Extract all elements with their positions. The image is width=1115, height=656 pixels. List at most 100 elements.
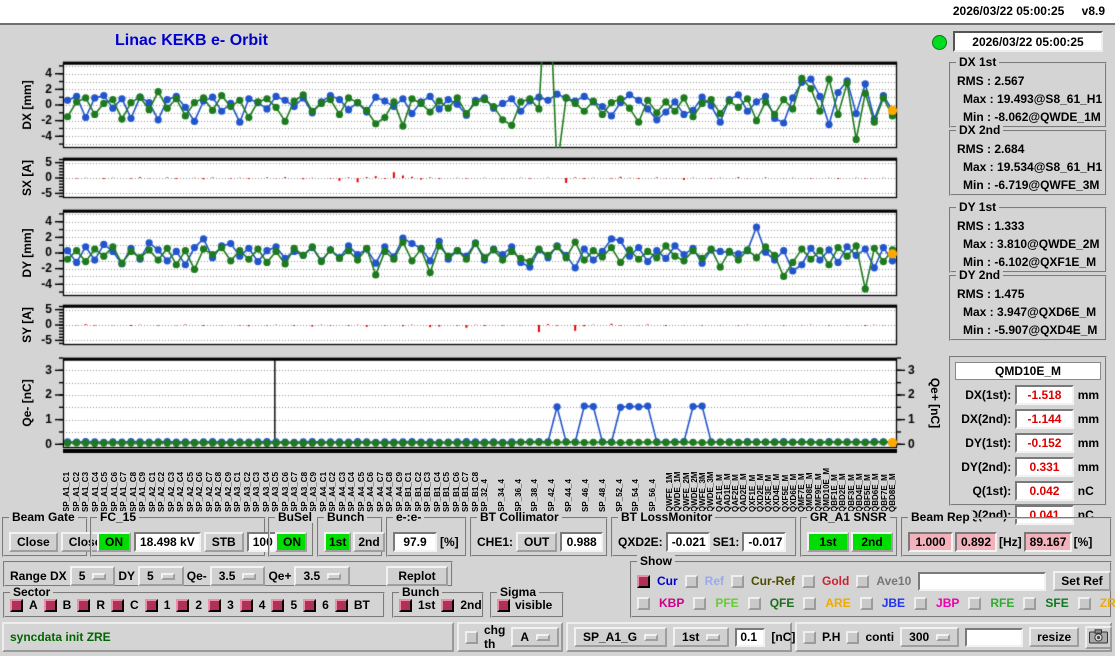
show-ref-label: Ref (704, 574, 725, 588)
chg-th-dropdown[interactable]: A (511, 627, 560, 647)
xaxis-label: SP_A4_C2 (328, 471, 337, 512)
range-dy-dropdown[interactable]: 5 (138, 566, 184, 586)
titlebar-datetime: 2026/03/22 05:00:25 (952, 4, 1065, 18)
bunch-select-1st-checkbox[interactable] (399, 598, 412, 612)
sector-item-5-checkbox[interactable] (271, 598, 285, 612)
xaxis-label: SP_A2_C2 (157, 471, 166, 512)
stats-title: DX 2nd (956, 124, 1004, 136)
xaxis-label: SP_52_4 (614, 479, 624, 512)
application-window: 2026/03/22 05:00:25 v8.9 Linac KEKB e- O… (0, 0, 1115, 656)
show-jbe-checkbox[interactable] (859, 596, 873, 610)
timestamp-box: 2026/03/22 05:00:25 (953, 31, 1103, 52)
xaxis-label: SP_A2_C5 (185, 471, 195, 512)
show-jbe-label: JBE (881, 596, 906, 610)
right-axis-label: Qe+ [nC] (928, 377, 942, 429)
chg-th-checkbox[interactable] (465, 630, 478, 644)
ph-checkbox[interactable] (803, 630, 816, 644)
sector-item-a-checkbox[interactable] (10, 598, 23, 612)
show-ave10-label: Ave10 (876, 574, 912, 588)
che1-out-button[interactable]: OUT (516, 532, 558, 552)
sector-item-bt-checkbox[interactable] (334, 598, 348, 612)
range-qe-plus-dropdown[interactable]: 3.5 (294, 566, 351, 586)
show-cur-label: Cur (657, 574, 678, 588)
points-dropdown[interactable]: 300 (900, 627, 960, 647)
show-cur-ref-checkbox[interactable] (731, 574, 745, 588)
sector-item-1-checkbox[interactable] (144, 598, 158, 612)
xaxis-label: SP_56_4 (648, 479, 658, 512)
show-rfe-checkbox[interactable] (968, 596, 982, 610)
range-qe-minus-dropdown[interactable]: 3.5 (209, 566, 266, 586)
conti-checkbox[interactable] (846, 630, 860, 644)
show-zre-checkbox[interactable] (1077, 596, 1091, 610)
threshold-unit: [nC] (771, 630, 796, 644)
show-kbp-checkbox[interactable] (637, 596, 650, 610)
page-title: Linac KEKB e- Orbit (115, 32, 268, 49)
bunch-1st-button[interactable]: 1st (324, 532, 352, 552)
sp-monitor-dropdown[interactable]: SP_A1_G (574, 627, 668, 647)
chart-q (23, 350, 943, 458)
show-pfe-checkbox[interactable] (693, 596, 707, 610)
xaxis-label: SP_B1_C2 (413, 471, 423, 512)
sector-item-2-checkbox[interactable] (176, 598, 190, 612)
sector-item-r-checkbox[interactable] (77, 598, 91, 612)
range-dx-dropdown[interactable]: 5 (69, 566, 116, 586)
min-label: Min : (963, 110, 991, 124)
show-jbp-checkbox[interactable] (914, 596, 928, 610)
chart-dx (23, 54, 905, 158)
xaxis-section-1: SP_32_4 SP_34_4 SP_36_4 SP_38_4 SP_42_4 SP_44… (480, 451, 666, 513)
dropdown-dash-icon (160, 572, 175, 580)
xaxis-label: SP_A1_C4 (90, 471, 100, 512)
bunch-dropdown[interactable]: 1st (673, 627, 730, 647)
show-are-label: ARE (825, 596, 851, 610)
sigma-visible-checkbox[interactable] (497, 598, 510, 612)
xaxis-label: SP_A1_C6 (109, 471, 119, 512)
group-show: Show Cur Ref Cur-Ref Gold Ave10 Set Ref KBP P… (630, 555, 1115, 618)
show-are-checkbox[interactable] (803, 596, 817, 610)
xaxis-label: SP_A3_C1 (233, 471, 242, 512)
bunch-2nd-button[interactable]: 2nd (353, 532, 385, 552)
beam-gate-close-button-1[interactable]: Close (9, 532, 58, 552)
camera-icon[interactable] (1085, 625, 1113, 649)
gr-snsr-2nd-button[interactable]: 2nd (851, 532, 893, 552)
threshold-input[interactable] (735, 627, 766, 647)
show-jbp-label: JBP (936, 596, 960, 610)
stats-dy-1st: DY 1st RMS : 1.333 Max : 3.810@QWDE_2M M… (949, 201, 1107, 273)
fc15-on-button[interactable]: ON (97, 532, 131, 552)
bunch-select-2nd-checkbox[interactable] (441, 598, 455, 612)
xaxis-label: SP_A1_C2 (71, 471, 81, 512)
show-gold-checkbox[interactable] (802, 574, 816, 588)
beam-rep-value-3: 89.167 (1023, 532, 1072, 552)
fc15-kv-value: 18.498 kV (134, 532, 201, 552)
sector-item-3-checkbox[interactable] (208, 598, 222, 612)
stats-dy-2nd: DY 2nd RMS : 1.475 Max : 3.947@QXD6E_M M… (949, 269, 1107, 341)
sector-item-6-checkbox[interactable] (303, 598, 317, 612)
gr-snsr-1st-button[interactable]: 1st (807, 532, 849, 552)
show-ref-checkbox[interactable] (684, 574, 698, 588)
monitor-row: DX(1st): -1.518 mm (955, 385, 1101, 405)
xaxis-label: SP_A2_C4 (176, 471, 185, 512)
resize-button[interactable]: resize (1029, 627, 1080, 647)
show-sfe-checkbox[interactable] (1023, 596, 1037, 610)
show-ave10-checkbox[interactable] (856, 574, 870, 588)
extra-input[interactable] (965, 627, 1024, 647)
set-ref-button[interactable]: Set Ref (1053, 571, 1111, 591)
sector-item-2-label: 2 (195, 598, 203, 612)
fc15-stb-button[interactable]: STB (203, 532, 244, 552)
sector-item-r-label: R (96, 598, 106, 612)
xaxis-label: QBD8E_M (887, 473, 897, 512)
dropdown-dash-icon (644, 633, 659, 641)
replot-button[interactable]: Replot (386, 566, 448, 586)
sector-item-b-checkbox[interactable] (43, 598, 57, 612)
sector-item-c-checkbox[interactable] (111, 598, 125, 612)
show-cur-checkbox[interactable] (637, 574, 650, 588)
show-qfe-checkbox[interactable] (747, 596, 761, 610)
monitor-row: Q(1st): 0.042 nC (955, 481, 1101, 501)
group-range: Range DX 5 DY 5 Qe- 3.5 Qe+ 3.5 Replot (3, 561, 453, 587)
sector-item-6-label: 6 (322, 598, 329, 612)
sector-item-4-checkbox[interactable] (239, 598, 253, 612)
beam-rep-value-2: 0.892 (955, 532, 997, 552)
xaxis-label: SP_42_4 (547, 479, 557, 512)
busel-on-button[interactable]: ON (275, 532, 307, 552)
ref-name-input[interactable] (918, 571, 1047, 591)
y-axis-label: SX [A] (20, 160, 34, 196)
